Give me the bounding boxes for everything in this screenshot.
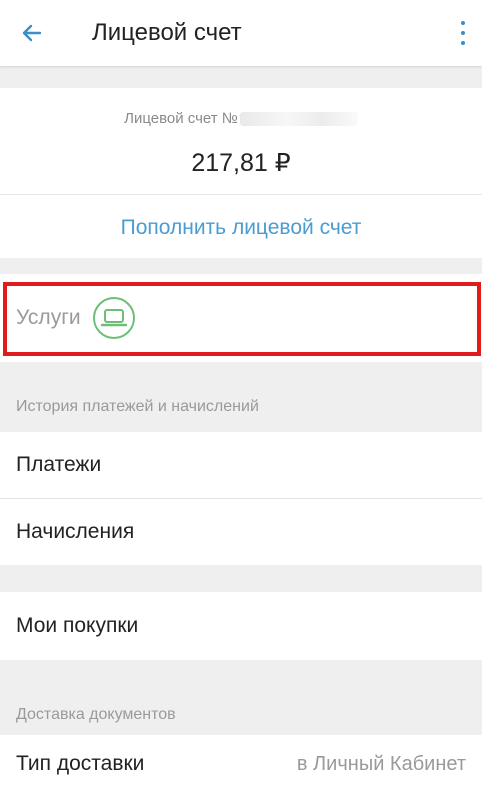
divider <box>0 194 482 195</box>
account-number-label: Лицевой счет № <box>0 110 482 127</box>
history-section-header: История платежей и начислений <box>16 398 259 415</box>
list-item-payments[interactable]: Платежи <box>0 432 482 498</box>
list-item-my-purchases[interactable]: Мои покупки <box>0 592 482 660</box>
page-title: Лицевой счет <box>92 19 242 46</box>
delivery-type-value: в Личный Кабинет <box>296 752 466 775</box>
delivery-section-header: Доставка документов <box>16 706 176 723</box>
arrow-left-icon <box>22 24 42 42</box>
topup-button[interactable]: Пополнить лицевой счет <box>0 216 482 240</box>
laptop-icon <box>92 297 135 339</box>
app-bar: Лицевой счет <box>0 0 482 66</box>
list-item-delivery-type[interactable]: Тип доставки в Личный Кабинет <box>0 735 482 793</box>
account-card: Лицевой счет № 217,81 ₽ Пополнить лицево… <box>0 88 482 258</box>
back-button[interactable] <box>18 19 46 47</box>
account-balance: 217,81 ₽ <box>191 149 291 177</box>
list-item-charges[interactable]: Начисления <box>0 499 482 565</box>
services-row[interactable]: Услуги <box>0 274 482 362</box>
masked-account-number <box>239 112 358 127</box>
services-label: Услуги <box>16 306 81 329</box>
more-vertical-icon[interactable] <box>456 19 470 47</box>
